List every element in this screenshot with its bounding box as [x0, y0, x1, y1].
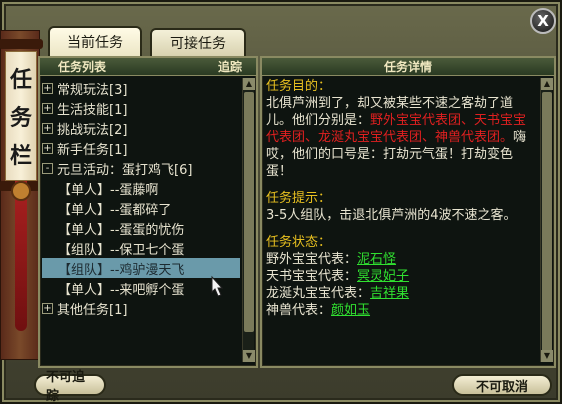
task-list-item[interactable]: 【单人】--蛋都碎了 [42, 198, 240, 218]
task-detail-panel: 任务详情 任务目的： 北俱芦洲到了，却又被某些不速之客劫了道儿。他们分别是：野外… [260, 56, 556, 368]
scroll-thumb[interactable] [542, 92, 552, 352]
expand-icon[interactable]: + [42, 302, 53, 314]
expand-icon[interactable]: + [42, 122, 53, 134]
task-list-item-label: 元旦活动：蛋打鸡飞[6] [57, 162, 193, 178]
goal-title: 任务目的： [266, 79, 332, 94]
cancel-task-button[interactable]: 不可取消 [452, 374, 552, 396]
status-label: 龙涎丸宝宝代表： [266, 286, 371, 301]
scroll-up-arrow-icon[interactable]: ▲ [541, 78, 553, 90]
task-list-item-label: 【组队】--鸡驴漫天飞 [58, 262, 185, 278]
scroll-down-arrow-icon[interactable]: ▼ [243, 350, 255, 362]
task-list-item[interactable]: 【单人】--蛋藤啊 [42, 178, 240, 198]
task-list-item[interactable]: + 其他任务[1] [42, 298, 240, 318]
task-detail-title: 任务详情 [383, 60, 432, 74]
collapse-icon[interactable]: - [42, 162, 53, 174]
status-link[interactable]: 冥灵妃子 [357, 269, 409, 284]
task-detail-header: 任务详情 [262, 58, 554, 76]
hint-text: 3-5人组队，击退北俱芦洲的4波不速之客。 [266, 208, 517, 223]
task-detail-content: 任务目的： 北俱芦洲到了，却又被某些不速之客劫了道儿。他们分别是：野外宝宝代表团… [266, 78, 536, 362]
task-list-item-label: 【组队】--保卫七个蛋 [58, 242, 185, 258]
task-list-item[interactable]: + 新手任务[1] [42, 138, 240, 158]
task-list-panel: 任务列表 追踪 + 常规玩法[3] + 生活技能[1] + 挑战玩法[2] + 新手任务[1]… [38, 56, 258, 368]
untrack-button[interactable]: 不可追踪 [34, 370, 106, 404]
tassel-knot-decoration [11, 181, 31, 201]
task-list-item-label: 【单人】--蛋蛋的忧伤 [58, 222, 185, 238]
scroll-down-arrow-icon[interactable]: ▼ [541, 350, 553, 362]
task-list-item-label: 生活技能[1] [57, 102, 128, 118]
task-list-item-label: 常规玩法[3] [57, 82, 128, 98]
task-list-item[interactable]: 【单人】--蛋蛋的忧伤 [42, 218, 240, 238]
status-row: 神兽代表：颜如玉 [266, 302, 536, 319]
scroll-up-arrow-icon[interactable]: ▲ [243, 78, 255, 90]
scroll-thumb[interactable] [244, 92, 254, 332]
title-scroll: 任 务 栏 [0, 30, 43, 360]
status-title: 任务状态： [266, 235, 332, 250]
title-banner: 任 务 栏 [5, 51, 37, 181]
task-list-item-label: 新手任务[1] [57, 142, 128, 158]
title-char-1: 任 [9, 67, 32, 93]
expand-icon[interactable]: + [42, 82, 53, 94]
status-link[interactable]: 泥石怪 [357, 252, 396, 267]
status-label: 神兽代表： [266, 303, 332, 318]
task-list-item-label: 【单人】--蛋都碎了 [58, 202, 172, 218]
task-list-item[interactable]: + 常规玩法[3] [42, 78, 240, 98]
status-link[interactable]: 颜如玉 [331, 303, 370, 318]
track-label: 追踪 [217, 60, 242, 74]
task-list-scrollbar[interactable]: ▲ ▼ [242, 78, 255, 362]
status-label: 天书宝宝代表： [266, 269, 358, 284]
tab-current-tasks[interactable]: 当前任务 [48, 26, 142, 56]
task-list-item-label: 其他任务[1] [57, 302, 128, 318]
task-list-item[interactable]: - 元旦活动：蛋打鸡飞[6] [42, 158, 240, 178]
hint-title: 任务提示： [266, 191, 332, 206]
status-label: 野外宝宝代表： [266, 252, 358, 267]
status-row: 野外宝宝代表：泥石怪 [266, 251, 536, 268]
expand-icon[interactable]: + [42, 102, 53, 114]
close-button[interactable]: X [530, 8, 556, 34]
title-char-2: 务 [9, 105, 32, 131]
task-list-item-label: 挑战玩法[2] [57, 122, 128, 138]
title-char-3: 栏 [9, 143, 32, 169]
tab-available-tasks[interactable]: 可接任务 [150, 28, 246, 56]
goal-description: 北俱芦洲到了，却又被某些不速之客劫了道儿。他们分别是：野外宝宝代表团、天书宝宝代… [266, 95, 536, 180]
task-list-title: 任务列表 [58, 60, 107, 74]
task-list-item[interactable]: 【组队】--保卫七个蛋 [42, 238, 240, 258]
status-row: 天书宝宝代表：冥灵妃子 [266, 268, 536, 285]
task-list: + 常规玩法[3] + 生活技能[1] + 挑战玩法[2] + 新手任务[1] - 元旦活动：蛋打… [42, 78, 240, 362]
status-link[interactable]: 吉祥果 [370, 286, 409, 301]
task-detail-scrollbar[interactable]: ▲ ▼ [540, 78, 553, 362]
hand-cursor-icon [211, 275, 224, 297]
expand-icon[interactable]: + [42, 142, 53, 154]
task-list-item-label: 【单人】--蛋藤啊 [58, 182, 159, 198]
status-row: 龙涎丸宝宝代表：吉祥果 [266, 285, 536, 302]
tassel-decoration [15, 181, 27, 331]
scroll-rod-top [0, 39, 43, 49]
task-list-item-label: 【单人】--来吧孵个蛋 [58, 282, 185, 298]
task-list-item[interactable]: + 生活技能[1] [42, 98, 240, 118]
task-list-header: 任务列表 追踪 [40, 58, 256, 76]
task-list-item[interactable]: + 挑战玩法[2] [42, 118, 240, 138]
